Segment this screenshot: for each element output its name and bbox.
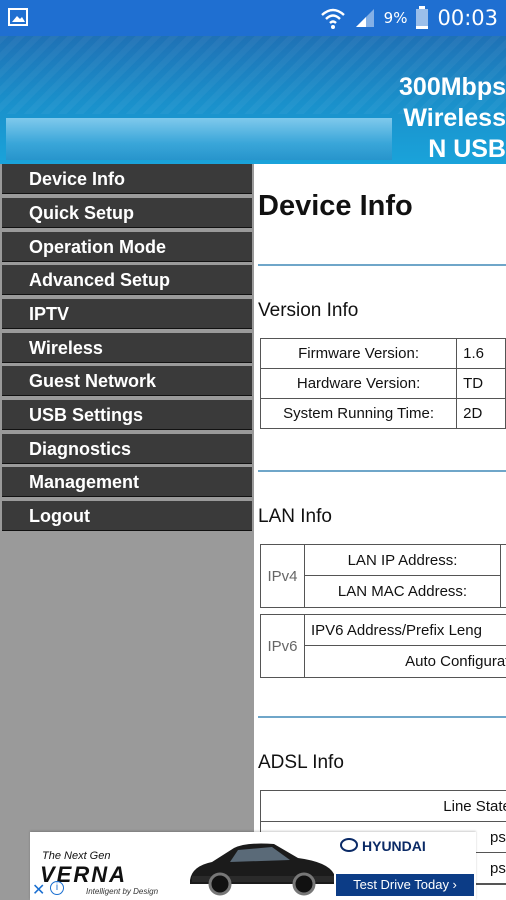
product-line-1: 300Mbps	[399, 73, 506, 101]
divider	[258, 716, 506, 718]
lan-mac-label: LAN MAC Address:	[305, 576, 501, 607]
page-title: Device Info	[258, 190, 413, 222]
product-name: 300Mbps Wireless N USB	[399, 72, 506, 164]
ipv4-tag: IPv4	[261, 545, 305, 607]
main-content: Device Info Version Info Firmware Versio…	[254, 164, 506, 900]
sidebar-item-quick-setup[interactable]: Quick Setup	[2, 198, 252, 228]
wifi-icon	[320, 8, 345, 29]
ipv6-prefix-label: IPV6 Address/Prefix Leng	[305, 615, 506, 646]
running-time-value: 2D	[456, 398, 506, 429]
ad-slogan: Intelligent by Design	[86, 887, 159, 896]
running-time-label: System Running Time:	[259, 398, 458, 429]
header-bar	[6, 118, 392, 160]
firmware-version-value: 1.6	[456, 338, 506, 369]
sidebar: Device Info Quick Setup Operation Mode A…	[0, 164, 254, 900]
sidebar-item-device-info[interactable]: Device Info	[2, 164, 252, 194]
router-header: 300Mbps Wireless N USB	[0, 36, 506, 164]
sidebar-item-management[interactable]: Management	[2, 467, 252, 497]
signal-icon	[355, 9, 374, 27]
battery-percent: 9%	[383, 9, 408, 27]
ipv6-group: IPv6 IPV6 Address/Prefix Leng Auto Confi…	[260, 614, 506, 678]
product-line-2: Wireless	[403, 104, 506, 132]
sidebar-item-usb-settings[interactable]: USB Settings	[2, 400, 252, 430]
image-icon	[8, 8, 28, 26]
table-row: Hardware Version: TD	[259, 368, 506, 399]
sidebar-item-wireless[interactable]: Wireless	[2, 333, 252, 363]
sidebar-item-operation-mode[interactable]: Operation Mode	[2, 232, 252, 262]
test-drive-button[interactable]: Test Drive Today ›	[336, 874, 474, 896]
sidebar-item-guest-network[interactable]: Guest Network	[2, 366, 252, 396]
product-line-3: N USB	[428, 135, 506, 163]
line-state-label: Line State:	[261, 791, 506, 822]
lan-info-title: LAN Info	[258, 506, 332, 527]
divider	[258, 470, 506, 472]
hardware-version-label: Hardware Version:	[259, 368, 458, 399]
lan-ip-label: LAN IP Address:	[305, 545, 501, 576]
auto-config-label: Auto Configuratio	[405, 653, 506, 670]
divider	[258, 264, 506, 266]
info-icon[interactable]: i	[50, 881, 64, 895]
sidebar-item-advanced-setup[interactable]: Advanced Setup	[2, 265, 252, 295]
car-image	[190, 843, 334, 896]
sidebar-item-diagnostics[interactable]: Diagnostics	[2, 434, 252, 464]
ad-banner[interactable]: The Next Gen VERNA Intelligent by Design…	[30, 832, 476, 900]
ipv6-tag: IPv6	[261, 615, 305, 677]
sidebar-item-iptv[interactable]: IPTV	[2, 299, 252, 329]
close-icon[interactable]: ✕	[32, 880, 45, 900]
hardware-version-value: TD	[456, 368, 506, 399]
table-row: Firmware Version: 1.6	[259, 338, 506, 369]
battery-icon	[416, 6, 429, 29]
adsl-info-title: ADSL Info	[258, 752, 344, 773]
ipv4-group: IPv4 LAN IP Address: LAN MAC Address:	[260, 544, 506, 608]
clock: 00:03	[437, 6, 498, 30]
ad-tagline: The Next Gen	[42, 850, 111, 862]
version-info-table: Firmware Version: 1.6 Hardware Version: …	[259, 338, 506, 429]
ad-brand: HYUNDAI	[362, 838, 426, 854]
version-info-title: Version Info	[258, 300, 359, 321]
firmware-version-label: Firmware Version:	[259, 338, 458, 369]
table-row: System Running Time: 2D	[259, 398, 506, 429]
hyundai-logo-icon	[340, 838, 358, 852]
status-bar: 9% 00:03	[0, 0, 506, 36]
sidebar-item-logout[interactable]: Logout	[2, 501, 252, 531]
